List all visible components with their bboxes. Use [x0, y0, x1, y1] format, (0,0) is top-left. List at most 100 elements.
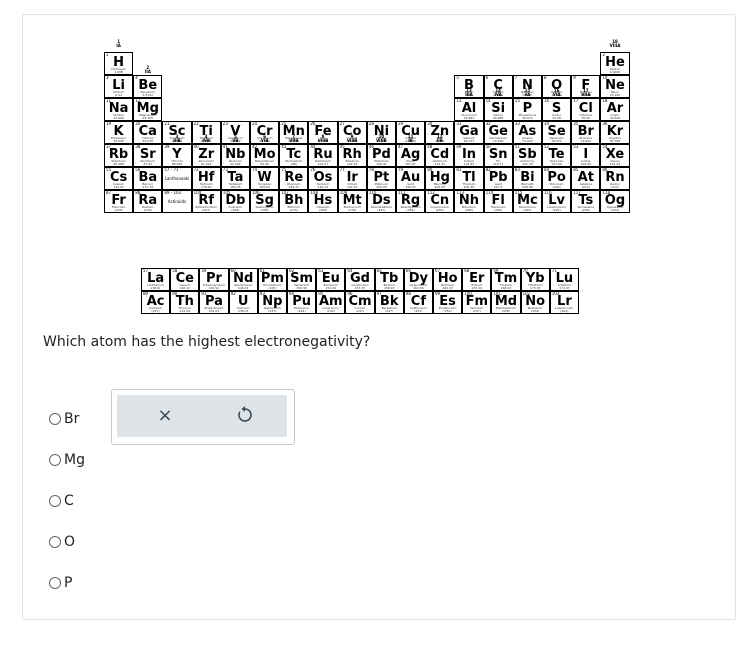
atomic-mass: 158.93: [383, 286, 395, 290]
atomic-mass: 79.904: [580, 139, 592, 143]
element-cell: 45 Rh Rhodium 102.91: [337, 144, 367, 167]
element-cell: 89 Ac Actinium (227): [141, 291, 171, 314]
element-cell: 38 Sr Strontium 87.62: [133, 144, 163, 167]
atomic-mass: 92.906: [230, 162, 241, 166]
atomic-mass: (252): [443, 309, 452, 313]
element-cell: 13 Al Aluminum 26.982: [454, 98, 484, 121]
atomic-mass: (293): [552, 208, 561, 212]
atomic-mass: 131.29: [609, 162, 621, 166]
atomic-mass: 40.078: [142, 139, 154, 143]
atomic-mass: 114.82: [463, 162, 475, 166]
element-cell: 71 Lu Lutetium 174.97: [549, 268, 579, 291]
element-cell: 51 Sb Antimony 121.76: [512, 144, 542, 167]
element-cell: 4 Be Beryllium 9.0122: [133, 75, 163, 98]
radio-o[interactable]: [49, 536, 61, 548]
element-cell: 99 Es Einsteinium (252): [433, 291, 463, 314]
element-cell: 78 Pt Platinum 195.08: [366, 167, 396, 190]
atomic-mass: (145): [268, 286, 277, 290]
radio-p[interactable]: [49, 577, 61, 589]
element-cell: 77 Ir Iridium 192.22: [337, 167, 367, 190]
group-label: 7 VIIB: [289, 134, 299, 143]
atomic-mass: 9.0122: [142, 93, 154, 97]
element-cell: 62 Sm Samarium 150.36: [287, 268, 317, 291]
element-cell: 57 - 71 Lanthanoids: [162, 167, 192, 190]
atomic-mass: 127.60: [551, 162, 562, 166]
option-label: P: [64, 575, 73, 591]
element-cell: 110 Ds Darmstadtium (281): [366, 190, 396, 213]
element-cell: 116 Lv Livermorium (293): [542, 190, 572, 213]
element-cell: 90 Th Thorium 232.04: [170, 291, 200, 314]
option-c[interactable]: C: [49, 491, 74, 511]
atomic-mass: 87.62: [143, 162, 153, 166]
element-symbol: Actinoids: [167, 199, 187, 204]
atomic-mass: 140.12: [179, 286, 191, 290]
element-cell: 14 Si Silicon 28.085: [483, 98, 513, 121]
element-cell: 12 Mg Magnesium 24.305: [133, 98, 163, 121]
element-cell: 70 Yb Ytterbium 173.05: [520, 268, 550, 291]
atomic-mass: 138.91: [150, 286, 161, 290]
group-label: 15 VA: [524, 88, 531, 97]
element-cell: 115 Mc Moscovium (290): [512, 190, 542, 213]
atomic-mass: 83.798: [609, 139, 621, 143]
element-cell: 81 Tl Thallium 204.38: [454, 167, 484, 190]
element-cell: 74 W Tungsten 183.84: [250, 167, 280, 190]
radio-mg[interactable]: [49, 454, 61, 466]
element-cell: 108 Hs Hassium (269): [308, 190, 338, 213]
clear-button[interactable]: ×: [153, 405, 177, 427]
atomic-mass: 24.305: [142, 116, 154, 120]
undo-button[interactable]: [233, 405, 257, 427]
atomic-mass: 28.085: [492, 116, 504, 120]
element-cell: 88 Ra Radium (226): [133, 190, 163, 213]
element-cell: 20 Ca Calcium 40.078: [133, 121, 163, 144]
atomic-mass: 88.906: [171, 162, 183, 166]
atomic-mass: (282): [406, 208, 415, 212]
radio-c[interactable]: [49, 495, 61, 507]
option-br[interactable]: Br: [49, 409, 79, 429]
atomic-mass: (262): [560, 309, 569, 313]
element-cell: 102 No Nobelium (259): [520, 291, 550, 314]
group-label: 5 VB: [232, 134, 239, 143]
atomic-mass: (269): [318, 208, 328, 212]
atomic-mass: 162.50: [413, 286, 424, 290]
option-label: Mg: [64, 452, 85, 468]
atomic-mass: (269): [260, 208, 269, 212]
element-cell: 44 Ru Ruthenium 101.07: [308, 144, 338, 167]
element-cell: 86 Rn Radon (222): [600, 167, 630, 190]
atomic-mass: (237): [268, 309, 277, 313]
element-cell: 36 Kr Krypton 83.798: [600, 121, 630, 144]
element-cell: 76 Os Osmium 190.23: [308, 167, 338, 190]
element-cell: 104 Rf Rutherfordium (267): [191, 190, 221, 213]
element-cell: 97 Bk Berkelium (247): [374, 291, 404, 314]
atomic-mass: (268): [231, 208, 240, 212]
atomic-mass: 72.630: [492, 139, 504, 143]
element-cell: 75 Re Rhenium 186.21: [279, 167, 309, 190]
element-cell: 32 Ge Germanium 72.630: [483, 121, 513, 144]
option-o[interactable]: O: [49, 532, 75, 552]
atomic-mass: (278): [348, 208, 357, 212]
atomic-mass: 168.93: [500, 286, 512, 290]
atomic-mass: (259): [531, 309, 540, 313]
option-mg[interactable]: Mg: [49, 450, 85, 470]
atomic-mass: (294): [610, 208, 620, 212]
element-cell: 16 S Sulfur 32.06: [542, 98, 572, 121]
option-p[interactable]: P: [49, 573, 72, 593]
group-label: 16 VIA: [552, 88, 561, 97]
element-symbol: Lanthanoids: [164, 176, 190, 181]
option-label: Br: [64, 411, 80, 427]
element-cell: 60 Nd Neodymium 144.24: [228, 268, 258, 291]
group-label: 10 VIIIB: [376, 134, 387, 143]
atomic-mass: (286): [464, 208, 474, 212]
group-label: 4 IVB: [202, 134, 210, 143]
question-text: Which atom has the highest electronegati…: [43, 334, 371, 350]
atomic-mass: 1.008: [114, 70, 123, 74]
atomic-mass: 150.36: [296, 286, 307, 290]
radio-br[interactable]: [49, 413, 61, 425]
element-cell: 3 Li Lithium 6.94: [104, 75, 134, 98]
atomic-mass: (247): [355, 309, 365, 313]
element-cell: 109 Mt Meitnerium (278): [337, 190, 367, 213]
element-cell: 53 I Iodine 126.90: [571, 144, 601, 167]
element-cell: 89 - 103 Actinoids: [162, 190, 192, 213]
element-cell: 66 Dy Dysprosium 162.50: [403, 268, 433, 291]
element-cell: 39 Y Yttrium 88.906: [162, 144, 192, 167]
atomic-mass: (285): [435, 208, 444, 212]
